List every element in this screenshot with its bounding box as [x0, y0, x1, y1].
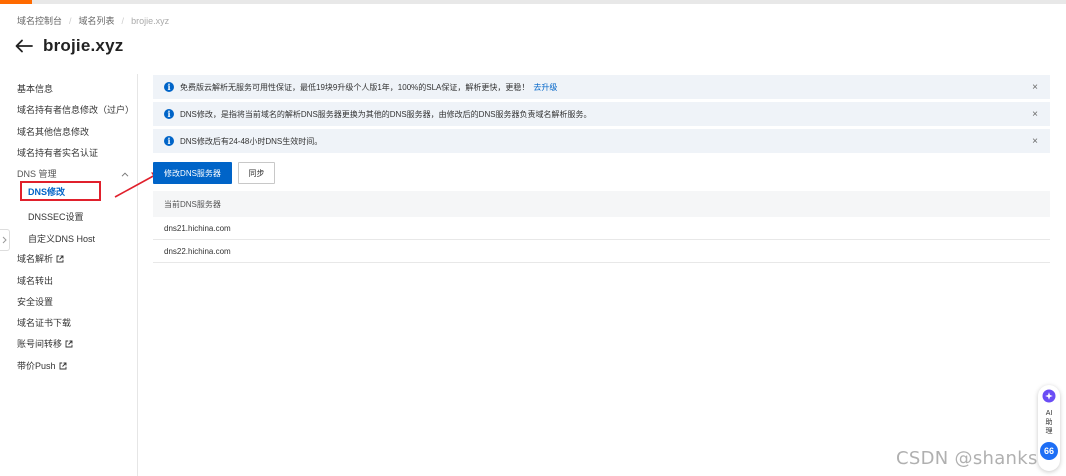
- watermark: CSDN @shanks: [896, 448, 1038, 469]
- breadcrumb-current: brojie.xyz: [131, 15, 170, 26]
- sidebar-item-label: 域名解析: [17, 254, 54, 264]
- modify-dns-button[interactable]: 修改DNS服务器: [153, 162, 232, 184]
- chevron-up-icon: [121, 169, 129, 179]
- breadcrumb-separator: /: [69, 15, 72, 26]
- sidebar-item-other-info[interactable]: 域名其他信息修改: [17, 125, 89, 138]
- sidebar-item-realname-auth[interactable]: 域名持有者实名认证: [17, 146, 98, 159]
- column-header-dns-server: 当前DNS服务器: [164, 199, 221, 209]
- sidebar-item-label: 域名持有者信息修改（过户）: [17, 105, 135, 115]
- sidebar-item-label: DNSSEC设置: [28, 212, 84, 222]
- page-title: brojie.xyz: [43, 36, 124, 55]
- sidebar-item-transfer-out[interactable]: 域名转出: [17, 274, 53, 287]
- brand-accent: [0, 0, 32, 4]
- sidebar-item-dnssec[interactable]: DNSSEC设置: [28, 210, 84, 223]
- sync-button[interactable]: 同步: [238, 162, 275, 184]
- back-arrow-icon[interactable]: [14, 36, 34, 56]
- breadcrumb: 域名控制台 / 域名列表 / brojie.xyz: [17, 14, 169, 27]
- sidebar-item-label: 域名持有者实名认证: [17, 148, 99, 158]
- sidebar-item-label: 域名证书下载: [17, 318, 72, 328]
- sidebar-item-security[interactable]: 安全设置: [17, 295, 53, 308]
- breadcrumb-domain-console[interactable]: 域名控制台: [17, 14, 62, 27]
- alert-upgrade: i 免费版云解析无服务可用性保证，最低19块9升级个人版1年，100%的SLA保…: [153, 75, 1050, 99]
- alert-dns-effective-time: i DNS修改后有24-48小时DNS生效时间。 ×: [153, 129, 1050, 153]
- ai-logo-icon: [1042, 389, 1056, 403]
- sidebar-item-label: 安全设置: [17, 297, 54, 307]
- sidebar-item-holder-change[interactable]: 域名持有者信息修改（过户）: [17, 103, 134, 116]
- dns-server-table: 当前DNS服务器 dns21.hichina.com dns22.hichina…: [153, 191, 1050, 263]
- sidebar-item-basic-info[interactable]: 基本信息: [17, 82, 53, 95]
- sidebar-item-domain-resolve[interactable]: 域名解析: [17, 252, 64, 265]
- ai-chat-badge[interactable]: 66: [1040, 442, 1058, 460]
- dns-server-value: dns21.hichina.com: [164, 223, 231, 233]
- external-link-icon: [65, 340, 73, 348]
- sidebar-item-label: 域名其他信息修改: [17, 127, 90, 137]
- sidebar-item-label: 账号间转移: [17, 339, 63, 349]
- sidebar-item-custom-dns-host[interactable]: 自定义DNS Host: [28, 232, 95, 245]
- dns-server-value: dns22.hichina.com: [164, 246, 231, 256]
- sidebar-item-label: DNS修改: [28, 186, 66, 197]
- chevron-right-icon: [2, 233, 7, 247]
- breadcrumb-domain-list[interactable]: 域名列表: [79, 14, 115, 27]
- sidebar-item-label: 自定义DNS Host: [28, 234, 96, 244]
- sidebar-item-label: 域名转出: [17, 276, 54, 286]
- sidebar-item-dns-modify[interactable]: DNS修改: [20, 181, 101, 201]
- table-header: 当前DNS服务器: [153, 191, 1050, 217]
- external-link-icon: [59, 362, 67, 370]
- sidebar-item-label: 基本信息: [17, 84, 54, 94]
- sidebar-item-paid-push[interactable]: 带价Push: [17, 359, 67, 372]
- page-header: brojie.xyz: [14, 36, 123, 56]
- sidebar-collapse-toggle[interactable]: [0, 229, 10, 251]
- sidebar-item-label: DNS 管理: [17, 169, 57, 179]
- alert-text: 免费版云解析无服务可用性保证，最低19块9升级个人版1年，100%的SLA保证，…: [180, 82, 530, 92]
- top-strip: [0, 0, 1066, 4]
- sidebar-group-dns-management[interactable]: DNS 管理: [17, 167, 129, 180]
- sidebar-item-cert-download[interactable]: 域名证书下载: [17, 316, 71, 329]
- close-icon[interactable]: ×: [1029, 109, 1041, 120]
- info-icon: i: [164, 82, 174, 92]
- alert-text: DNS修改，是指将当前域名的解析DNS服务器更换为其他的DNS服务器，由修改后的…: [180, 109, 592, 119]
- breadcrumb-separator: /: [121, 15, 125, 26]
- alert-dns-explain: i DNS修改，是指将当前域名的解析DNS服务器更换为其他的DNS服务器，由修改…: [153, 102, 1050, 126]
- close-icon[interactable]: ×: [1029, 82, 1041, 93]
- table-row: dns21.hichina.com: [153, 217, 1050, 240]
- close-icon[interactable]: ×: [1029, 136, 1041, 147]
- ai-assistant-label: AI助理: [1045, 410, 1053, 435]
- ai-assistant-button[interactable]: AI助理 66: [1038, 385, 1060, 471]
- info-icon: i: [164, 109, 174, 119]
- external-link-icon: [56, 255, 64, 263]
- sidebar-item-account-transfer[interactable]: 账号间转移: [17, 337, 73, 350]
- table-row: dns22.hichina.com: [153, 240, 1050, 263]
- info-icon: i: [164, 136, 174, 146]
- alert-text: DNS修改后有24-48小时DNS生效时间。: [180, 136, 323, 146]
- sidebar-item-label: 带价Push: [17, 361, 56, 371]
- upgrade-link[interactable]: 去升级: [533, 83, 557, 92]
